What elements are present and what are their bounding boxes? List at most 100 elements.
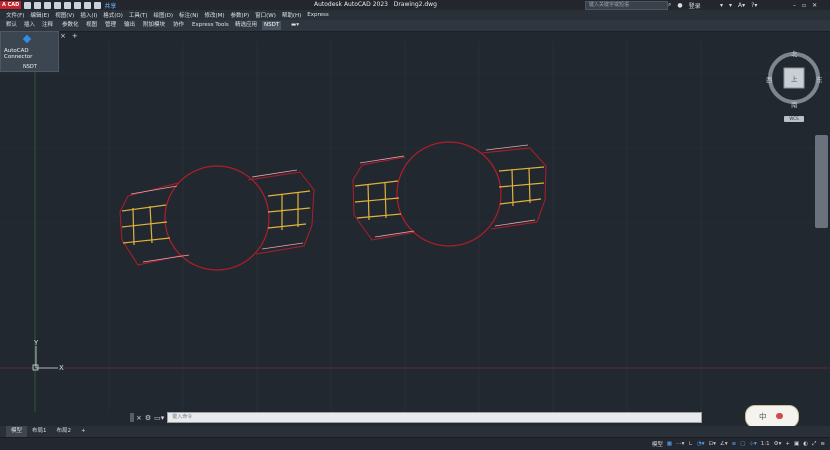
transparency-icon[interactable]: ▢: [739, 441, 746, 447]
dropdown-item-nsdt[interactable]: NSDT: [23, 64, 37, 70]
polar-icon[interactable]: ◔▾: [696, 441, 706, 447]
account-area: ⌕ ● 登录: [668, 0, 701, 10]
tab-express-tools[interactable]: Express Tools: [190, 21, 231, 30]
ime-indicator[interactable]: 中: [745, 405, 799, 428]
grid-bar: [511, 168, 514, 207]
annotation-scale[interactable]: 1:1: [760, 441, 771, 447]
cart-icon[interactable]: ▾: [720, 2, 723, 9]
search-icon[interactable]: ⌕: [668, 1, 671, 9]
tab-layout2[interactable]: 布局2: [52, 426, 77, 437]
command-input[interactable]: 键入命令: [167, 412, 702, 423]
undo-icon[interactable]: [84, 1, 92, 9]
menu-dimension[interactable]: 标注(N): [179, 11, 198, 19]
save-icon[interactable]: [44, 1, 52, 9]
viewcube[interactable]: 北 南 西 东 上: [766, 48, 824, 109]
viewcube-north[interactable]: 北: [791, 48, 798, 58]
menu-help[interactable]: 帮助(H): [282, 11, 301, 19]
grid-bar: [354, 180, 399, 187]
annotation-icon[interactable]: ⊹▾: [748, 441, 757, 447]
viewcube-top[interactable]: 上: [791, 73, 798, 83]
ortho-icon[interactable]: ∟: [687, 441, 694, 447]
left-wing-hatch: [130, 185, 178, 195]
app-title: Autodesk AutoCAD 2023: [314, 1, 388, 8]
new-icon[interactable]: [24, 1, 32, 9]
customize-icon[interactable]: ⚙: [145, 414, 151, 422]
menu-edit[interactable]: 编辑(E): [30, 11, 49, 19]
quick-access-toolbar: A CAD 共享: [0, 0, 116, 10]
plot-icon[interactable]: [74, 1, 82, 9]
search-input[interactable]: 键入关键字或短语: [585, 1, 668, 10]
osnap-icon[interactable]: ⊡▾: [708, 441, 717, 447]
dropdown-item-connector[interactable]: AutoCAD Connector: [4, 48, 58, 60]
app-logo[interactable]: A CAD: [0, 1, 22, 9]
restore-icon[interactable]: ▫: [802, 2, 806, 9]
title-right-icons: ▾ ▾ A▾ ?▾: [720, 0, 757, 10]
menu-parametric[interactable]: 参数(P): [231, 11, 250, 19]
menu-tools[interactable]: 工具(T): [129, 11, 148, 19]
minimize-icon[interactable]: –: [793, 2, 796, 9]
close-icon[interactable]: ✕: [812, 2, 817, 9]
recent-commands-icon[interactable]: ▭▾: [154, 414, 164, 422]
snap-icon[interactable]: ⋯▾: [675, 441, 685, 447]
viewcube-west[interactable]: 西: [766, 74, 773, 84]
menu-format[interactable]: 格式(O): [103, 11, 123, 19]
web-icon[interactable]: [64, 1, 72, 9]
menu-insert[interactable]: 插入(I): [80, 11, 97, 19]
tab-layout1[interactable]: 布局1: [27, 426, 52, 437]
menu-draw[interactable]: 绘图(D): [154, 11, 174, 19]
store-icon[interactable]: ▾: [729, 2, 732, 9]
grid-bar: [121, 204, 167, 212]
login-button[interactable]: 登录: [689, 1, 701, 10]
autodesk-icon[interactable]: A▾: [738, 2, 745, 9]
grid-bar: [132, 207, 135, 246]
tab-model[interactable]: 模型: [6, 426, 28, 437]
grid-icon[interactable]: ▦: [666, 441, 673, 447]
otrack-icon[interactable]: ∠▾: [719, 441, 729, 447]
status-model-button[interactable]: 模型: [651, 440, 664, 448]
tab-output[interactable]: 输出: [122, 21, 137, 30]
redo-icon[interactable]: [94, 1, 102, 9]
close-tab-icon[interactable]: ×: [60, 32, 66, 40]
left-wing-hatch: [142, 254, 190, 263]
connector-icon[interactable]: [22, 34, 32, 44]
menu-express[interactable]: Express: [307, 12, 328, 18]
settings-icon[interactable]: ⚙▾: [773, 441, 783, 447]
command-line-grip[interactable]: [130, 413, 134, 422]
tab-collaborate[interactable]: 协作: [171, 21, 186, 30]
new-tab-icon[interactable]: +: [72, 32, 78, 40]
tab-insert[interactable]: 插入: [22, 21, 37, 30]
help-icon[interactable]: ?▾: [751, 2, 757, 9]
navigation-bar[interactable]: [815, 135, 828, 228]
add-layout-icon[interactable]: +: [76, 426, 91, 437]
isolate-icon[interactable]: ◐: [802, 441, 809, 447]
wcs-menu[interactable]: WCS: [784, 116, 804, 122]
tab-manage[interactable]: 管理: [103, 21, 118, 30]
customize-menu-icon[interactable]: ≡: [819, 441, 826, 447]
tab-view[interactable]: 视图: [84, 21, 99, 30]
share-button[interactable]: 共享: [104, 1, 116, 10]
ucs-y-label: Y: [33, 339, 39, 347]
user-icon[interactable]: ●: [677, 2, 682, 9]
tab-parametric[interactable]: 参数化: [60, 21, 81, 30]
tab-annotate[interactable]: 注释: [40, 21, 55, 30]
menu-file[interactable]: 文件(F): [6, 11, 24, 19]
viewcube-east[interactable]: 东: [816, 74, 823, 84]
save-as-icon[interactable]: [54, 1, 62, 9]
tab-nsdt[interactable]: NSDT: [262, 21, 282, 30]
tab-featured-apps[interactable]: 精选应用: [233, 21, 259, 30]
menu-view[interactable]: 视图(V): [55, 11, 74, 19]
tab-default[interactable]: 默认: [4, 21, 19, 30]
grid-bar: [498, 182, 545, 188]
drawing-area[interactable]: Y X: [0, 42, 830, 412]
menu-modify[interactable]: 修改(M): [204, 11, 224, 19]
ribbon-toggle-icon[interactable]: ▬▾: [289, 21, 301, 30]
viewcube-south[interactable]: 南: [791, 99, 798, 109]
fullscreen-icon[interactable]: ⤢: [811, 441, 817, 448]
open-icon[interactable]: [34, 1, 42, 9]
menu-window[interactable]: 窗口(W): [255, 11, 276, 19]
tab-addins[interactable]: 附加模块: [141, 21, 167, 30]
lineweight-icon[interactable]: ≡: [731, 441, 738, 447]
units-icon[interactable]: ▣: [793, 441, 800, 447]
add-icon[interactable]: +: [784, 441, 791, 447]
close-command-icon[interactable]: ×: [136, 414, 142, 422]
